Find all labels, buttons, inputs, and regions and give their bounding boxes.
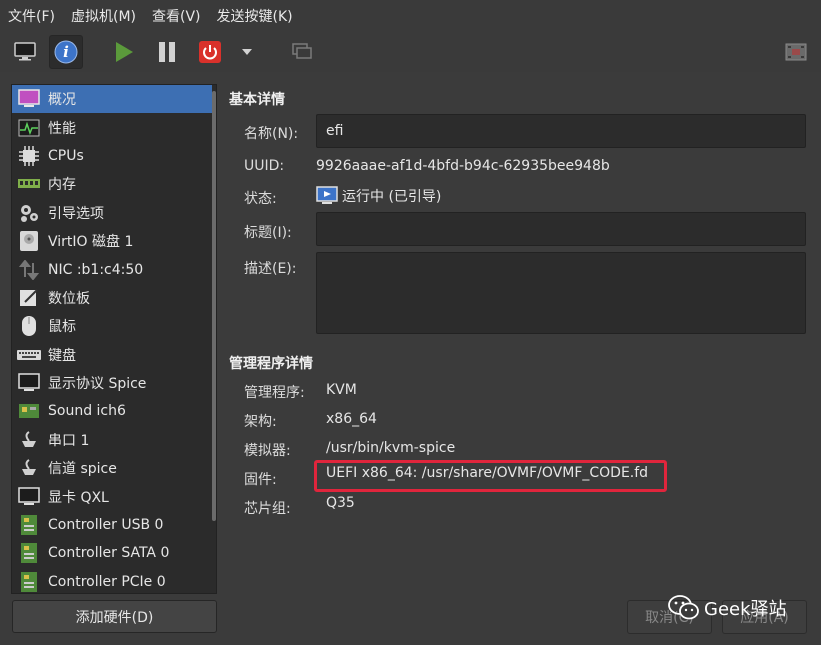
sidebar-item-overview[interactable]: 概况 — [12, 85, 216, 114]
hypervisor-details-title: 管理程序详情 — [229, 356, 313, 372]
run-button[interactable] — [107, 35, 141, 69]
sidebar-item-memory[interactable]: 内存 — [12, 170, 216, 198]
channel-icon — [17, 457, 41, 479]
disk-icon — [17, 230, 41, 252]
emulator-value: /usr/bin/kvm-spice — [326, 440, 456, 456]
sidebar-item-disk[interactable]: VirtIO 磁盘 1 — [12, 227, 216, 255]
cpu-chip-icon — [17, 145, 41, 167]
uuid-label: UUID: — [244, 158, 285, 174]
status-value: 运行中 (已引导) — [316, 186, 441, 206]
arch-label: 架构: — [244, 414, 277, 430]
watermark: Geek驿站 — [668, 594, 787, 622]
chipset-value: Q35 — [326, 495, 355, 511]
title-label: 标题(I): — [244, 225, 292, 241]
sidebar-item-nic[interactable]: NIC :b1:c4:50 — [12, 255, 216, 283]
sidebar-scrollbar[interactable] — [212, 85, 216, 593]
snapshots-button[interactable] — [285, 35, 319, 69]
mouse-icon — [17, 315, 41, 337]
sidebar-item-boot-options[interactable]: 引导选项 — [12, 199, 216, 227]
sidebar-item-sound[interactable]: Sound ich6 — [12, 397, 216, 425]
info-icon: i — [54, 40, 78, 64]
play-icon — [116, 42, 133, 62]
status-label: 状态: — [244, 191, 277, 207]
sidebar-item-display-spice[interactable]: 显示协议 Spice — [12, 369, 216, 397]
svg-text:i: i — [63, 43, 69, 61]
menu-file[interactable]: 文件(F) — [8, 6, 55, 26]
fullscreen-button[interactable] — [779, 35, 813, 69]
serial-port-icon — [17, 429, 41, 451]
display-monitor-icon — [17, 372, 41, 394]
hypervisor-label: 管理程序: — [244, 385, 305, 401]
sidebar-item-controller-usb[interactable]: Controller USB 0 — [12, 511, 216, 539]
pause-button[interactable] — [150, 35, 184, 69]
basic-details-title: 基本详情 — [229, 92, 285, 108]
name-field[interactable]: efi — [316, 114, 806, 148]
sidebar-item-cpus[interactable]: CPUs — [12, 142, 216, 170]
sidebar-item-channel[interactable]: 信道 spice — [12, 454, 216, 482]
menu-send-key[interactable]: 发送按键(K) — [217, 6, 293, 26]
boot-gears-icon — [17, 202, 41, 224]
sidebar-item-keyboard[interactable]: 键盘 — [12, 341, 216, 369]
watermark-text: Geek驿站 — [704, 599, 787, 620]
arch-value: x86_64 — [326, 411, 377, 427]
uuid-value: 9926aaae-af1d-4bfd-b94c-62935bee948b — [316, 158, 610, 174]
keyboard-icon — [17, 344, 41, 366]
scrollbar-thumb[interactable] — [212, 91, 216, 521]
menu-vm[interactable]: 虚拟机(M) — [71, 6, 136, 26]
controller-icon — [17, 542, 41, 564]
running-monitor-icon — [316, 186, 338, 204]
description-field[interactable] — [316, 252, 806, 334]
controller-icon — [17, 571, 41, 593]
shutdown-button[interactable] — [193, 35, 227, 69]
shutdown-menu-button[interactable] — [232, 35, 262, 69]
chipset-label: 芯片组: — [244, 501, 291, 517]
snapshot-icon — [292, 43, 312, 59]
wechat-logo-icon — [668, 595, 699, 620]
monitor-icon — [14, 42, 36, 61]
toolbar: i — [0, 32, 821, 72]
tablet-pen-icon — [17, 287, 41, 309]
fullscreen-icon — [785, 43, 807, 61]
memory-module-icon — [17, 173, 41, 195]
sound-card-icon — [17, 400, 41, 422]
description-label: 描述(E): — [244, 261, 297, 277]
title-field[interactable] — [316, 212, 806, 246]
firmware-label: 固件: — [244, 472, 277, 488]
firmware-highlight-box — [314, 460, 667, 492]
console-button[interactable] — [8, 35, 42, 69]
details-button[interactable]: i — [49, 35, 83, 69]
hypervisor-value: KVM — [326, 382, 357, 398]
performance-graph-icon — [17, 117, 41, 139]
nic-arrows-icon — [17, 259, 41, 281]
hardware-list[interactable]: 概况 性能 CPUs 内存 引导选项 VirtIO 磁盘 1 NIC :b1:c… — [11, 84, 217, 594]
sidebar-item-mouse[interactable]: 鼠标 — [12, 312, 216, 340]
power-icon — [199, 41, 221, 63]
name-label: 名称(N): — [244, 126, 299, 142]
overview-monitor-icon — [17, 88, 41, 110]
pause-icon — [159, 42, 175, 62]
sidebar-item-controller-sata[interactable]: Controller SATA 0 — [12, 539, 216, 567]
controller-icon — [17, 514, 41, 536]
sidebar-item-controller-pcie[interactable]: Controller PCIe 0 — [12, 568, 216, 593]
chevron-down-icon — [242, 49, 252, 55]
add-hardware-button[interactable]: 添加硬件(D) — [12, 600, 217, 633]
sidebar-item-video[interactable]: 显卡 QXL — [12, 482, 216, 510]
menubar: 文件(F) 虚拟机(M) 查看(V) 发送按键(K) — [0, 0, 821, 32]
status-text: 运行中 (已引导) — [342, 189, 442, 205]
menu-view[interactable]: 查看(V) — [152, 6, 201, 26]
sidebar-item-tablet[interactable]: 数位板 — [12, 284, 216, 312]
emulator-label: 模拟器: — [244, 443, 291, 459]
sidebar-item-performance[interactable]: 性能 — [12, 113, 216, 141]
sidebar-item-serial[interactable]: 串口 1 — [12, 426, 216, 454]
video-card-icon — [17, 486, 41, 508]
